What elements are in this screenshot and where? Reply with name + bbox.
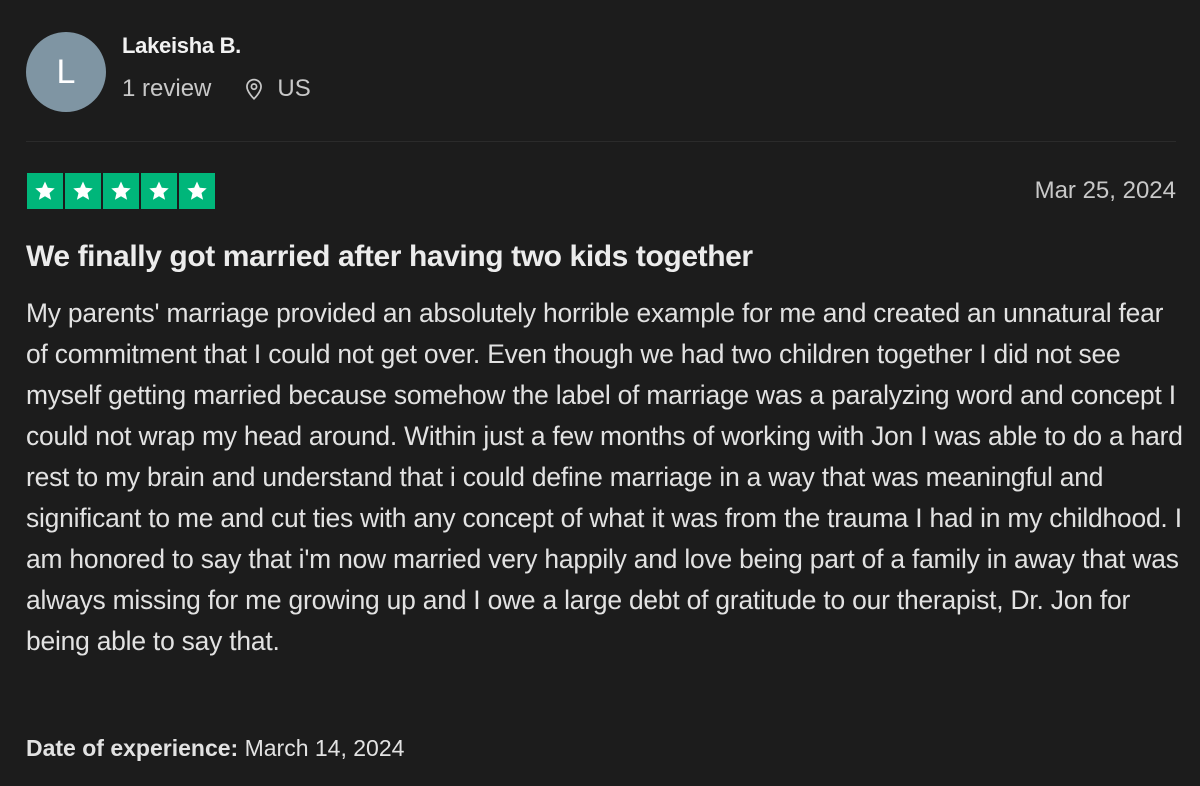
reviewer-country: US bbox=[277, 75, 311, 102]
date-of-experience: Date of experience: March 14, 2024 bbox=[26, 735, 404, 762]
divider bbox=[26, 141, 1176, 142]
avatar-initial: L bbox=[56, 52, 76, 91]
star-icon bbox=[27, 173, 63, 209]
star-icon bbox=[179, 173, 215, 209]
star-icon bbox=[65, 173, 101, 209]
review-title[interactable]: We finally got married after having two … bbox=[26, 240, 753, 274]
star-icon bbox=[103, 173, 139, 209]
star-icon bbox=[141, 173, 177, 209]
review-card: L Lakeisha B. 1 review US Mar 25, 2024 W… bbox=[0, 0, 1200, 786]
reviewer-info: Lakeisha B. 1 review US bbox=[122, 33, 311, 103]
star-rating bbox=[27, 173, 215, 209]
review-count: 1 review bbox=[122, 75, 212, 102]
experience-label: Date of experience: bbox=[26, 735, 239, 761]
reviewer-meta: 1 review US bbox=[122, 75, 311, 103]
experience-date: March 14, 2024 bbox=[244, 735, 405, 761]
reviewer-header: L Lakeisha B. 1 review US bbox=[26, 32, 311, 112]
review-body: My parents' marriage provided an absolut… bbox=[26, 298, 1183, 656]
avatar[interactable]: L bbox=[26, 32, 106, 112]
reviewer-name[interactable]: Lakeisha B. bbox=[122, 33, 311, 59]
location-pin-icon bbox=[241, 76, 267, 102]
review-date: Mar 25, 2024 bbox=[1034, 177, 1176, 204]
